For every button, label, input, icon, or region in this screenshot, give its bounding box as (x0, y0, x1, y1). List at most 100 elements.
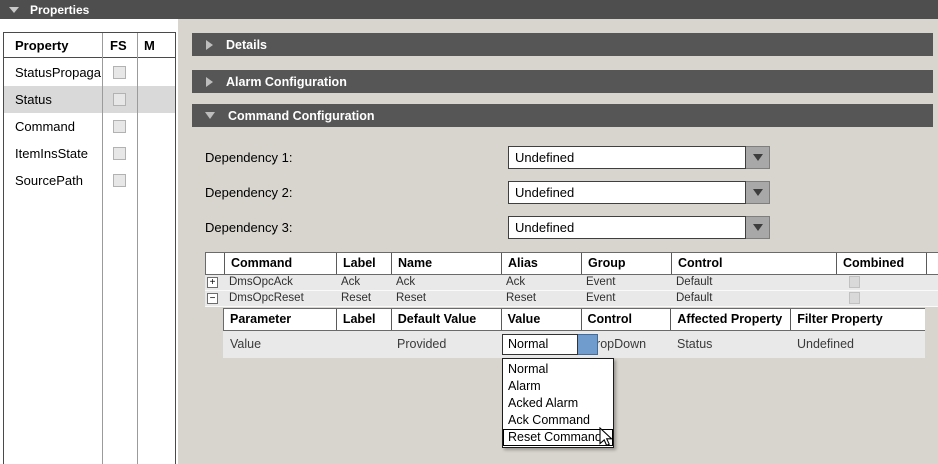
fs-checkbox[interactable] (113, 120, 126, 133)
section-details[interactable]: Details (192, 33, 933, 56)
expand-column-header (206, 253, 224, 274)
combobox-value[interactable]: Normal (502, 334, 578, 355)
property-name: Command (15, 119, 75, 134)
property-row-sourcepath[interactable]: SourcePath (4, 167, 175, 194)
dependency-2-label: Dependency 2: (205, 185, 292, 200)
cell-alias: Reset (500, 291, 580, 306)
combined-checkbox[interactable] (849, 276, 860, 288)
column-header-property: Property (15, 38, 68, 53)
dropdown-item-normal[interactable]: Normal (503, 361, 613, 378)
column-header-fs: FS (110, 38, 127, 53)
combobox-value[interactable]: Undefined (508, 181, 746, 204)
property-name: StatusPropaga (15, 65, 101, 80)
cell-default-value: Provided (390, 331, 500, 358)
dropdown-item-alarm[interactable]: Alarm (503, 378, 613, 395)
column-divider (102, 33, 103, 464)
cell-group: Event (580, 291, 670, 306)
cell-control: Default (670, 291, 835, 306)
column-group: Group (581, 253, 671, 274)
property-table-header: Property FS M (4, 33, 175, 58)
column-value: Value (501, 309, 581, 330)
chevron-down-icon (753, 189, 763, 196)
column-affected-property: Affected Property (670, 309, 790, 330)
parameter-table-header: Parameter Label Default Value Value Cont… (223, 308, 925, 331)
cell-filter-property: Undefined (790, 331, 925, 358)
column-name: Name (391, 253, 501, 274)
expand-plus-icon[interactable]: + (207, 277, 218, 288)
collapse-minus-icon[interactable]: − (207, 293, 218, 304)
cell-label: Ack (335, 275, 390, 290)
combobox-value[interactable]: Undefined (508, 146, 746, 169)
cell-affected-property: Status (670, 331, 790, 358)
dependency-3-label: Dependency 3: (205, 220, 292, 235)
cell-label: Reset (335, 291, 390, 306)
dependency-1-label: Dependency 1: (205, 150, 292, 165)
column-combined: Combined (836, 253, 926, 274)
value-combobox[interactable]: Normal (502, 334, 598, 355)
column-parameter: Parameter (224, 309, 336, 330)
property-table: Property FS M StatusPropaga Status Comma… (3, 32, 176, 464)
command-row-dmsopcack[interactable]: + DmsOpcAck Ack Ack Ack Event Default (205, 275, 938, 291)
section-alarm-configuration[interactable]: Alarm Configuration (192, 70, 933, 93)
dropdown-button[interactable] (746, 181, 770, 204)
collapse-triangle-icon[interactable] (9, 7, 19, 13)
dropdown-item-acked-alarm[interactable]: Acked Alarm (503, 395, 613, 412)
properties-titlebar[interactable]: Properties (0, 0, 938, 19)
cell-parameter: Value (223, 331, 335, 358)
column-label: Label (336, 309, 391, 330)
dependency-1-combobox[interactable]: Undefined (508, 146, 770, 169)
command-row-dmsopcreset[interactable]: − DmsOpcReset Reset Reset Reset Event De… (205, 291, 938, 307)
dropdown-item-ack-command[interactable]: Ack Command (503, 412, 613, 429)
header-overflow (926, 253, 938, 274)
dependency-3-combobox[interactable]: Undefined (508, 216, 770, 239)
column-default-value: Default Value (391, 309, 501, 330)
fs-checkbox[interactable] (113, 147, 126, 160)
dropdown-button-active[interactable] (578, 334, 598, 355)
column-command: Command (224, 253, 336, 274)
column-filter-property: Filter Property (790, 309, 925, 330)
command-table-header: Command Label Name Alias Group Control C… (205, 252, 938, 275)
cell-alias: Ack (500, 275, 580, 290)
property-row-iteminsstate[interactable]: ItemInsState (4, 140, 175, 167)
section-label: Alarm Configuration (226, 75, 347, 89)
property-name: SourcePath (15, 173, 83, 188)
section-label: Details (226, 38, 267, 52)
column-alias: Alias (501, 253, 581, 274)
dependency-2-combobox[interactable]: Undefined (508, 181, 770, 204)
dropdown-button[interactable] (746, 216, 770, 239)
cell-group: Event (580, 275, 670, 290)
cell-command: DmsOpcAck (223, 275, 335, 290)
fs-checkbox[interactable] (113, 93, 126, 106)
column-control: Control (581, 309, 671, 330)
combined-checkbox[interactable] (849, 292, 860, 304)
value-dropdown-list: Normal Alarm Acked Alarm Ack Command Res… (502, 358, 614, 448)
cell-name: Ack (390, 275, 500, 290)
property-row-command[interactable]: Command (4, 113, 175, 140)
fs-checkbox[interactable] (113, 174, 126, 187)
property-row-status-selected[interactable]: Status (4, 86, 175, 113)
chevron-down-icon (753, 154, 763, 161)
property-name: ItemInsState (15, 146, 88, 161)
expand-down-icon (205, 112, 215, 119)
cell-name: Reset (390, 291, 500, 306)
cell-command: DmsOpcReset (223, 291, 335, 306)
section-label: Command Configuration (228, 109, 375, 123)
column-control: Control (671, 253, 836, 274)
section-command-configuration[interactable]: Command Configuration (192, 104, 933, 127)
column-divider (137, 33, 138, 464)
column-header-m: M (144, 38, 155, 53)
cell-label (335, 331, 390, 358)
property-list-panel: Property FS M StatusPropaga Status Comma… (0, 19, 178, 464)
dropdown-button[interactable] (746, 146, 770, 169)
chevron-down-icon (753, 224, 763, 231)
dropdown-item-reset-command[interactable]: Reset Command (503, 429, 613, 446)
cell-control: Default (670, 275, 835, 290)
property-row-statuspropagation[interactable]: StatusPropaga (4, 59, 175, 86)
column-label: Label (336, 253, 391, 274)
combobox-value[interactable]: Undefined (508, 216, 746, 239)
expand-right-icon (206, 40, 213, 50)
mouse-cursor (599, 427, 615, 449)
fs-checkbox[interactable] (113, 66, 126, 79)
expand-right-icon (206, 77, 213, 87)
titlebar-label: Properties (30, 3, 89, 17)
